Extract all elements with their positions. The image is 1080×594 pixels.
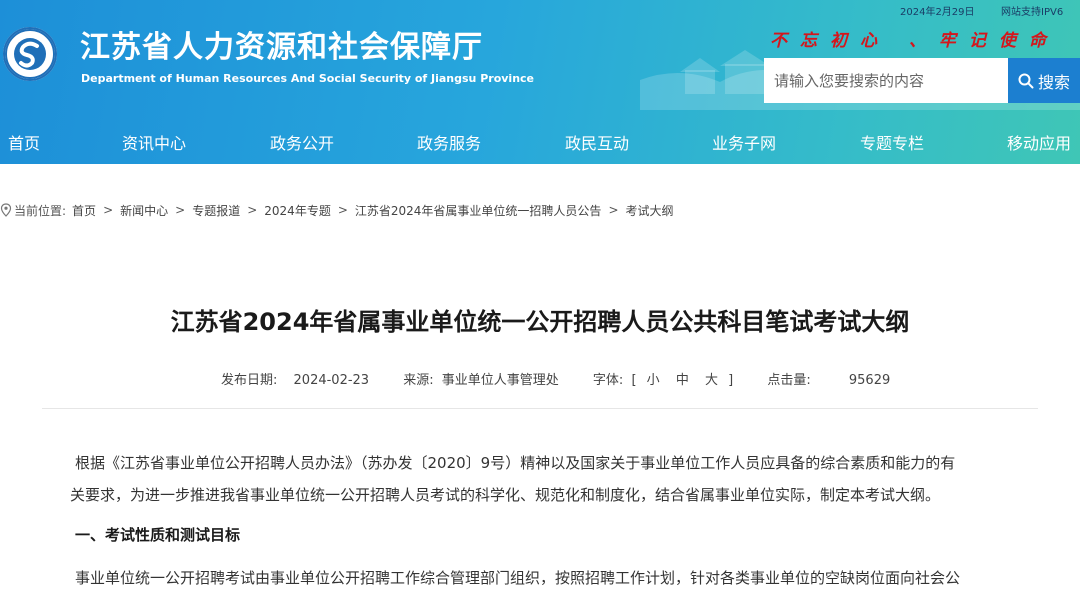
paragraph-line: 根据《江苏省事业单位公开招聘人员办法》（苏办发〔2020〕9号）精神以及国家关于… (75, 454, 956, 472)
site-logo[interactable] (3, 27, 57, 81)
search-button[interactable]: 搜索 (1008, 58, 1080, 103)
source-value: 事业单位人事管理处 (441, 373, 559, 388)
breadcrumb-prefix: 当前位置: (14, 203, 67, 218)
breadcrumb-separator: > (247, 203, 258, 217)
section-heading: 一、考试性质和测试目标 (75, 526, 241, 544)
site-header: 2024年2月29日 网站支持IPV6 江苏省人力资源和社会保障厅 Depart… (0, 0, 1080, 164)
breadcrumb-item-recruitment-notice[interactable]: 江苏省2024年省属事业单位统一招聘人员公告 (355, 202, 602, 219)
breadcrumb: 当前位置: 首页 > 新闻中心 > 专题报道 > 2024年专题 > 江苏省20… (0, 201, 674, 219)
search-button-label: 搜索 (1037, 72, 1070, 92)
search-icon (1018, 73, 1034, 88)
main-nav: 首页 资讯中心 政务公开 政务服务 政民互动 业务子网 专题专栏 移动应用 (0, 118, 1080, 164)
nav-item-gov-info[interactable]: 政务公开 (270, 130, 334, 154)
font-size-label: 字体: (592, 373, 624, 388)
font-size-bracket-close: ] (728, 373, 734, 388)
breadcrumb-item-exam-outline[interactable]: 考试大纲 (626, 202, 674, 219)
breadcrumb-item-2024-topics[interactable]: 2024年专题 (264, 202, 331, 219)
publish-date: 2024-02-23 (293, 373, 370, 388)
nav-item-mobile[interactable]: 移动应用 (1007, 130, 1071, 154)
site-subtitle: Department of Human Resources And Social… (81, 72, 535, 85)
slogan: 不忘初心 、牢记使命 (770, 31, 1059, 51)
site-title[interactable]: 江苏省人力资源和社会保障厅 (80, 22, 483, 66)
breadcrumb-separator: > (337, 203, 348, 217)
meta-divider (42, 408, 1038, 409)
article-paragraph-2: 事业单位统一公开招聘考试由事业单位公开招聘工作综合管理部门组织，按照招聘工作计划… (75, 569, 961, 587)
breadcrumb-item-home[interactable]: 首页 (72, 202, 96, 219)
nav-item-news[interactable]: 资讯中心 (122, 130, 186, 154)
nav-item-gov-services[interactable]: 政务服务 (417, 130, 481, 154)
paragraph-line: 关要求，为进一步推进我省事业单位统一公开招聘人员考试的科学化、规范化和制度化，结… (70, 486, 941, 504)
publish-date-label: 发布日期: (221, 373, 278, 388)
location-pin-icon (0, 203, 12, 217)
font-size-large-button[interactable]: 大 (705, 369, 718, 388)
nav-item-interaction[interactable]: 政民互动 (565, 130, 629, 154)
views-count: 95629 (848, 373, 891, 388)
font-size-medium-button[interactable]: 中 (676, 369, 689, 388)
breadcrumb-item-special-reports[interactable]: 专题报道 (192, 202, 240, 219)
font-size-small-button[interactable]: 小 (647, 369, 660, 388)
logo-emblem-icon (5, 29, 55, 79)
nav-item-home[interactable]: 首页 (8, 130, 40, 154)
breadcrumb-item-news-center[interactable]: 新闻中心 (120, 202, 168, 219)
ipv6-notice: 网站支持IPV6 (1001, 7, 1064, 18)
views-label: 点击量: (767, 373, 811, 388)
source-label: 来源: (403, 373, 434, 388)
breadcrumb-separator: > (608, 203, 619, 217)
article-title: 江苏省2024年省属事业单位统一公开招聘人员公共科目笔试考试大纲 (170, 308, 910, 336)
nav-item-subsites[interactable]: 业务子网 (712, 130, 776, 154)
article-meta: 发布日期: 2024-02-23 来源: 事业单位人事管理处 字体: [ 小 中… (221, 369, 890, 388)
current-date: 2024年2月29日 (900, 7, 975, 18)
search-input[interactable] (764, 58, 1008, 103)
font-size-bracket-open: [ (631, 373, 637, 388)
article-paragraph-1: 根据《江苏省事业单位公开招聘人员办法》（苏办发〔2020〕9号）精神以及国家关于… (70, 447, 1040, 511)
nav-item-topics[interactable]: 专题专栏 (860, 130, 924, 154)
breadcrumb-separator: > (175, 203, 186, 217)
breadcrumb-separator: > (103, 203, 114, 217)
